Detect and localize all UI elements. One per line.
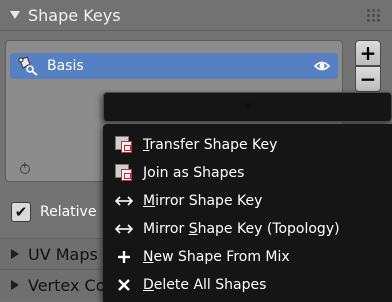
menu-item-new-shape-from-mix[interactable]: New Shape From Mix bbox=[103, 243, 392, 271]
list-resize-handle-icon[interactable] bbox=[20, 161, 30, 174]
menu-item-delete-all-shapes[interactable]: Delete All Shapes bbox=[103, 271, 392, 299]
relative-checkbox[interactable]: ✔ bbox=[11, 202, 31, 222]
panel-title: Shape Keys bbox=[28, 5, 121, 25]
menu-item-label: Mirror Shape Key bbox=[143, 193, 263, 209]
expand-triangle-icon bbox=[11, 280, 19, 290]
expand-triangle-icon bbox=[11, 249, 19, 259]
menu-item-label: Delete All Shapes bbox=[143, 277, 267, 293]
menu-item-label: Join as Shapes bbox=[143, 165, 245, 181]
mirror-arrows-icon bbox=[114, 196, 134, 206]
x-icon bbox=[118, 279, 130, 291]
mirror-arrows-icon bbox=[114, 224, 134, 234]
shape-key-icon bbox=[115, 164, 133, 182]
relative-label: Relative bbox=[40, 204, 97, 220]
menu-item-label: Mirror Shape Key (Topology) bbox=[143, 221, 340, 237]
panel-title: UV Maps bbox=[28, 244, 98, 264]
shape-key-specials-menu: Transfer Shape Key Join as Shapes Mirror… bbox=[103, 124, 392, 302]
shape-keys-panel-header[interactable]: Shape Keys bbox=[0, 0, 392, 31]
plus-icon bbox=[118, 251, 130, 263]
menu-item-label: Transfer Shape Key bbox=[143, 137, 278, 153]
remove-shape-key-button[interactable]: − bbox=[355, 66, 381, 92]
shape-key-icon bbox=[18, 56, 38, 76]
menu-item-transfer-shape-key[interactable]: Transfer Shape Key bbox=[103, 131, 392, 159]
add-shape-key-button[interactable]: + bbox=[355, 40, 381, 66]
panel-title: Vertex Co bbox=[28, 275, 106, 295]
drag-grip-icon[interactable] bbox=[366, 8, 380, 22]
menu-item-mirror-shape-key-topology[interactable]: Mirror Shape Key (Topology) bbox=[103, 215, 392, 243]
shape-key-name: Basis bbox=[47, 58, 84, 74]
chevron-down-icon bbox=[242, 103, 253, 112]
collapse-triangle-icon bbox=[10, 11, 20, 19]
menu-item-mirror-shape-key[interactable]: Mirror Shape Key bbox=[103, 187, 392, 215]
menu-item-join-as-shapes[interactable]: Join as Shapes bbox=[103, 159, 392, 187]
eye-icon[interactable] bbox=[314, 58, 330, 74]
shape-key-icon bbox=[115, 136, 133, 154]
list-item[interactable]: Basis bbox=[10, 53, 338, 79]
shape-key-specials-button[interactable] bbox=[103, 92, 392, 122]
menu-item-label: New Shape From Mix bbox=[143, 249, 290, 265]
